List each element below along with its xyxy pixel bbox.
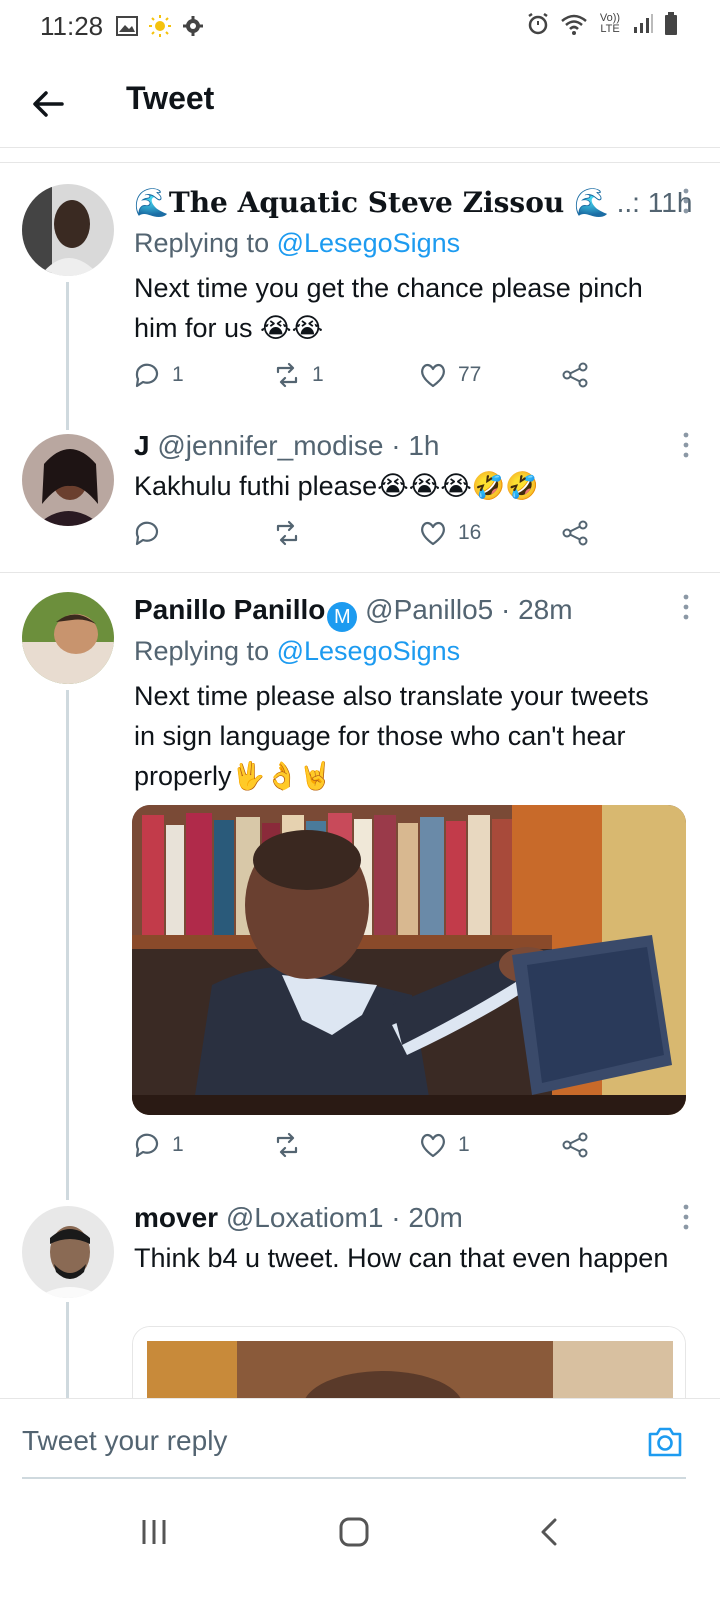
page-title: Tweet <box>126 80 215 116</box>
retweet-count: 1 <box>312 363 324 386</box>
tweet-actions: 16 <box>132 518 612 554</box>
retweet-icon <box>276 1132 298 1158</box>
signal-icon <box>634 14 653 33</box>
tweet-text: Kakhulu futhi please😭😭😭🤣🤣 <box>134 471 540 501</box>
reply-button[interactable]: 1 <box>132 360 184 390</box>
replying-prefix: Replying to <box>134 636 270 666</box>
display-name[interactable]: J <box>134 430 150 461</box>
gallery-icon <box>116 16 138 36</box>
system-nav-bar <box>0 1490 720 1600</box>
status-bar: 11:28 Vo)) LTE <box>0 0 720 52</box>
reply-button[interactable] <box>132 518 172 548</box>
share-icon <box>562 1132 588 1158</box>
reply-icon <box>135 521 159 546</box>
alarm-icon <box>528 12 548 35</box>
status-time: 11:28 <box>40 11 104 41</box>
replying-to: Replying to @LesegoSigns <box>134 636 460 667</box>
more-icon[interactable] <box>682 594 690 620</box>
tweet-time: 28m <box>518 594 573 625</box>
reply-count: 1 <box>172 1133 184 1156</box>
verified-badge: M <box>327 602 358 632</box>
camera-icon[interactable] <box>646 1423 684 1461</box>
like-button[interactable]: 1 <box>418 1130 470 1160</box>
like-count: 77 <box>458 363 482 386</box>
thread-separator <box>0 572 720 573</box>
handle: @Panillo5 <box>365 594 494 625</box>
wifi-icon <box>561 14 587 35</box>
like-count: 1 <box>458 1133 470 1156</box>
more-icon[interactable] <box>682 1204 690 1230</box>
tweet-header: Panillo Panillo M @Panillo5 · 28m <box>134 594 573 632</box>
retweet-button[interactable]: 1 <box>272 360 324 390</box>
like-button[interactable]: 77 <box>418 360 481 390</box>
display-name[interactable]: mover <box>134 1202 218 1233</box>
like-icon <box>421 363 445 388</box>
tweet-actions: 1 1 77 <box>132 360 612 396</box>
tweet-header: 🌊The Aquatic Steve Zissou 🌊 ..: 11h <box>134 186 692 219</box>
display-name[interactable]: Panillo Panillo <box>134 594 325 625</box>
avatar[interactable] <box>22 592 114 684</box>
like-button[interactable]: 16 <box>418 518 481 548</box>
handle: ..: <box>616 187 640 218</box>
retweet-icon <box>276 362 298 388</box>
reply-icon <box>135 1133 159 1158</box>
avatar[interactable] <box>22 1206 114 1298</box>
weather-sun-icon <box>149 15 171 37</box>
share-button[interactable] <box>560 360 590 390</box>
share-button[interactable] <box>560 518 590 548</box>
avatar[interactable] <box>22 434 114 526</box>
back-icon[interactable] <box>530 1512 570 1552</box>
avatar[interactable] <box>22 184 114 276</box>
thread-line <box>66 282 69 430</box>
reply-bar: Tweet your reply <box>0 1398 720 1488</box>
replying-to-link[interactable]: @LesegoSigns <box>277 636 461 666</box>
tweet-actions: 1 1 <box>132 1130 612 1166</box>
replying-to: Replying to @LesegoSigns <box>134 228 460 259</box>
like-icon <box>421 521 445 546</box>
recent-apps-icon[interactable] <box>134 1512 174 1552</box>
tweet-header: J @jennifer_modise · 1h <box>134 430 440 461</box>
share-button[interactable] <box>560 1130 590 1160</box>
battery-icon <box>665 12 677 35</box>
reply-underline <box>22 1477 686 1479</box>
tweet-time: 20m <box>408 1202 463 1233</box>
thread-line <box>66 690 69 1200</box>
retweet-button[interactable] <box>272 518 312 548</box>
back-arrow-icon[interactable] <box>28 84 68 124</box>
header-divider <box>0 162 720 163</box>
like-icon <box>421 1133 445 1158</box>
verified-badge-label: M <box>334 606 351 628</box>
settings-gear-icon <box>183 16 203 36</box>
home-icon[interactable] <box>334 1512 374 1552</box>
share-icon <box>562 520 588 546</box>
tweet-image[interactable] <box>132 805 686 1115</box>
display-name[interactable]: 🌊The Aquatic Steve Zissou 🌊 <box>134 186 609 219</box>
share-icon <box>562 362 588 388</box>
tweet-header: mover @Loxatiom1 · 20m <box>134 1202 463 1233</box>
reply-count: 1 <box>172 363 184 386</box>
handle: @Loxatiom1 <box>225 1202 384 1233</box>
handle: @jennifer_modise <box>157 430 384 461</box>
tweet-text: Think b4 u tweet. How can that even happ… <box>134 1243 669 1273</box>
retweet-icon <box>276 520 298 546</box>
replying-prefix: Replying to <box>134 228 270 258</box>
replying-to-link[interactable]: @LesegoSigns <box>277 228 461 258</box>
network-label: Vo)) LTE <box>599 12 621 35</box>
more-icon[interactable] <box>682 432 690 458</box>
reply-input[interactable]: Tweet your reply <box>22 1425 227 1457</box>
tweet-image[interactable] <box>132 1326 686 1406</box>
more-icon[interactable] <box>682 188 690 214</box>
tweet-text: Next time you get the chance please pinc… <box>134 273 643 343</box>
thread-line <box>66 1302 69 1398</box>
tweet-time: 1h <box>408 430 440 461</box>
like-count: 16 <box>458 521 482 544</box>
tweet-text: Next time please also translate your twe… <box>134 681 649 791</box>
reply-icon <box>135 363 159 388</box>
app-header: Tweet <box>0 60 720 148</box>
reply-button[interactable]: 1 <box>132 1130 184 1160</box>
retweet-button[interactable] <box>272 1130 312 1160</box>
